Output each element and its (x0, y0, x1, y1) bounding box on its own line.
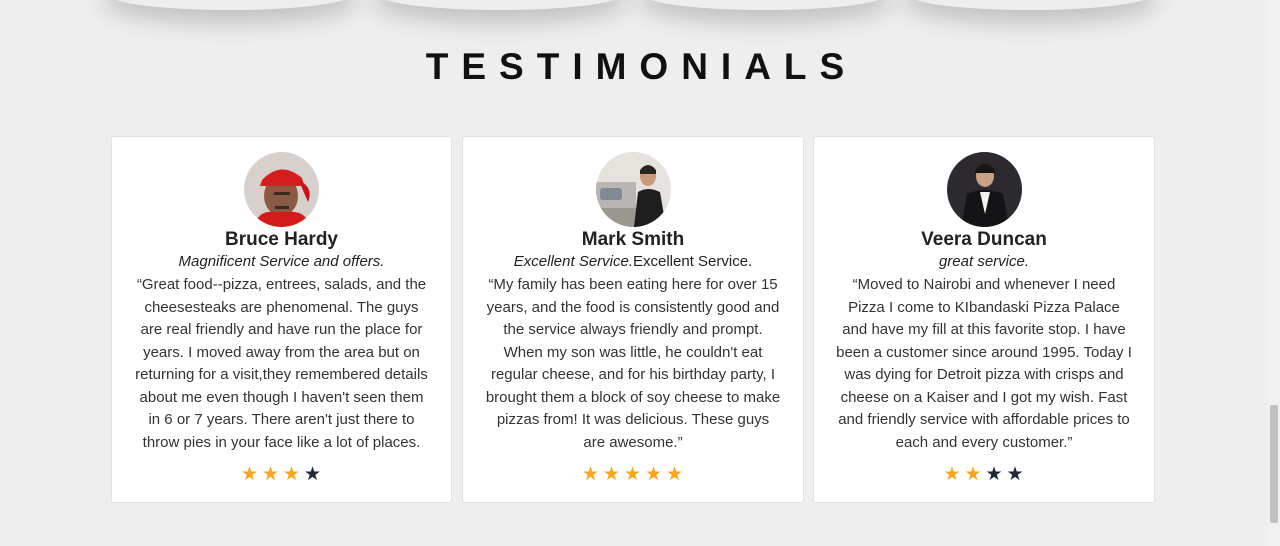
star-empty-icon: ★ (303, 464, 323, 485)
star-filled-icon: ★ (282, 464, 302, 485)
shadow-card (645, 0, 885, 10)
review-quote: “Moved to Nairobi and whenever I need Pi… (836, 276, 1132, 451)
review-quote: “Great food--pizza, entrees, salads, and… (135, 276, 428, 451)
testimonial-card: Mark Smith Excellent Service.Excellent S… (462, 136, 804, 503)
star-filled-icon: ★ (943, 464, 962, 485)
star-empty-icon: ★ (1006, 464, 1025, 485)
star-filled-icon: ★ (964, 464, 983, 485)
shadow-card (110, 0, 350, 10)
reviewer-name: Bruce Hardy (225, 229, 338, 250)
star-filled-icon: ★ (602, 464, 622, 485)
review-quote: “My family has been eating here for over… (485, 276, 781, 451)
shadow-card (910, 0, 1150, 10)
page-scrollbar[interactable] (1268, 0, 1280, 546)
shadow-card (380, 0, 620, 10)
avatar (946, 152, 1022, 227)
star-empty-icon: ★ (985, 464, 1004, 485)
testimonial-card: Bruce Hardy Magnificent Service and offe… (111, 136, 452, 503)
star-filled-icon: ★ (240, 464, 260, 485)
avatar (244, 152, 319, 227)
star-filled-icon: ★ (623, 464, 643, 485)
previous-section-shadow (110, 0, 1155, 24)
star-filled-icon: ★ (581, 464, 601, 485)
testimonial-card: Veera Duncan great service. “Moved to Na… (813, 136, 1155, 503)
star-filled-icon: ★ (261, 464, 281, 485)
scrollbar-thumb[interactable] (1270, 405, 1278, 523)
star-rating: ★ ★ ★ ★ (112, 463, 451, 486)
star-rating: ★ ★ ★ ★ (814, 463, 1154, 486)
reviewer-name: Veera Duncan (921, 229, 1047, 250)
section-title: TESTIMONIALS (425, 46, 858, 87)
star-filled-icon: ★ (644, 464, 664, 485)
star-rating: ★ ★ ★ ★ ★ (463, 463, 803, 486)
reviewer-name: Mark Smith (581, 229, 685, 250)
avatar (595, 152, 671, 227)
star-filled-icon: ★ (665, 464, 685, 485)
review-tagline: Magnificent Service and offers. (178, 253, 385, 270)
review-tagline: Excellent Service.Excellent Service. (513, 253, 753, 270)
review-tagline: great service. (938, 253, 1030, 270)
